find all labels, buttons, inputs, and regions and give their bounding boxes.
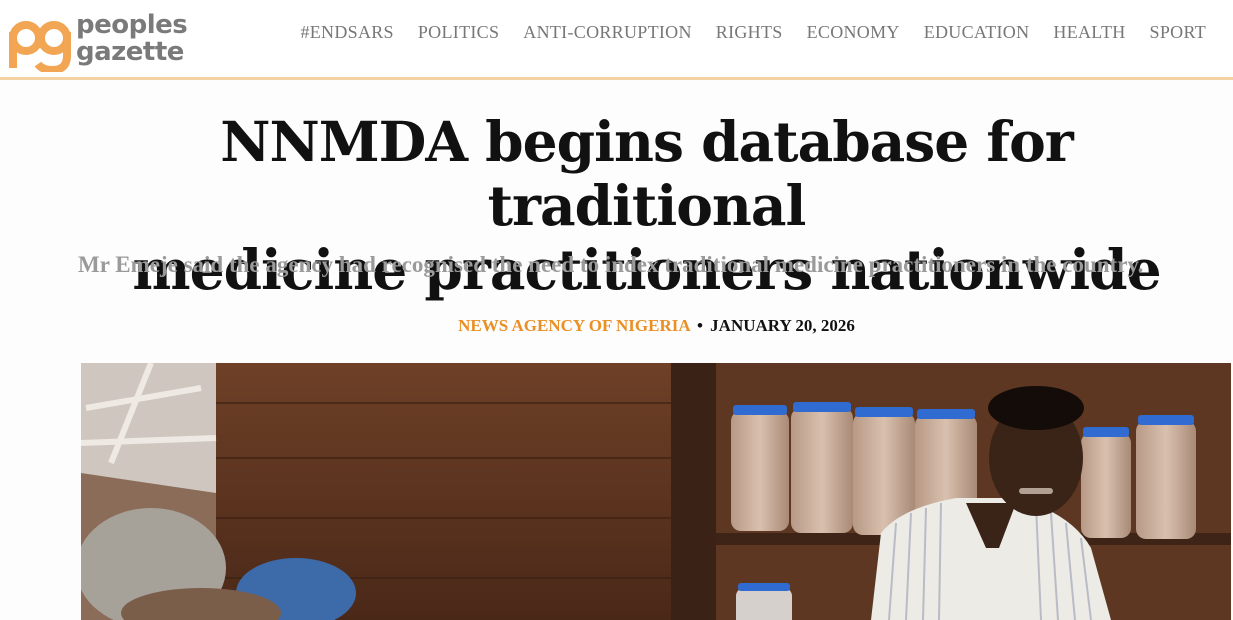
hero-photo-illustration xyxy=(81,363,1231,620)
nav-item-endsars[interactable]: #ENDSARS xyxy=(288,22,405,43)
site-header: peoples gazette #ENDSARS POLITICS ANTI-C… xyxy=(0,0,1233,80)
byline-separator: • xyxy=(696,316,703,335)
nav-item-politics[interactable]: POLITICS xyxy=(406,22,511,43)
article-hero-image xyxy=(81,363,1231,620)
logo-line2: gazette xyxy=(76,37,184,67)
nav-item-sport[interactable]: SPORT xyxy=(1138,22,1218,43)
nav-item-rights[interactable]: RIGHTS xyxy=(704,22,795,43)
nav-item-economy[interactable]: ECONOMY xyxy=(795,22,912,43)
nav-item-education[interactable]: EDUCATION xyxy=(912,22,1042,43)
nav-item-anti-corruption[interactable]: ANTI-CORRUPTION xyxy=(511,22,704,43)
nav-item-health[interactable]: HEALTH xyxy=(1041,22,1137,43)
article-date: JANUARY 20, 2026 xyxy=(710,316,855,335)
logo-line1: peoples xyxy=(76,10,188,40)
main-nav: #ENDSARS POLITICS ANTI-CORRUPTION RIGHTS… xyxy=(288,22,1218,43)
logo-wordmark: peoples gazette xyxy=(76,10,188,67)
site-logo[interactable]: peoples gazette xyxy=(6,12,206,72)
article-subtitle: Mr Emeje said the agency had recognised … xyxy=(78,252,1144,277)
article-source-link[interactable]: NEWS AGENCY OF NIGERIA xyxy=(458,316,690,335)
headline-line1: NNMDA begins database for traditional xyxy=(220,109,1074,238)
article-byline: NEWS AGENCY OF NIGERIA • JANUARY 20, 202… xyxy=(0,316,1233,336)
logo-mark-icon xyxy=(9,21,71,72)
